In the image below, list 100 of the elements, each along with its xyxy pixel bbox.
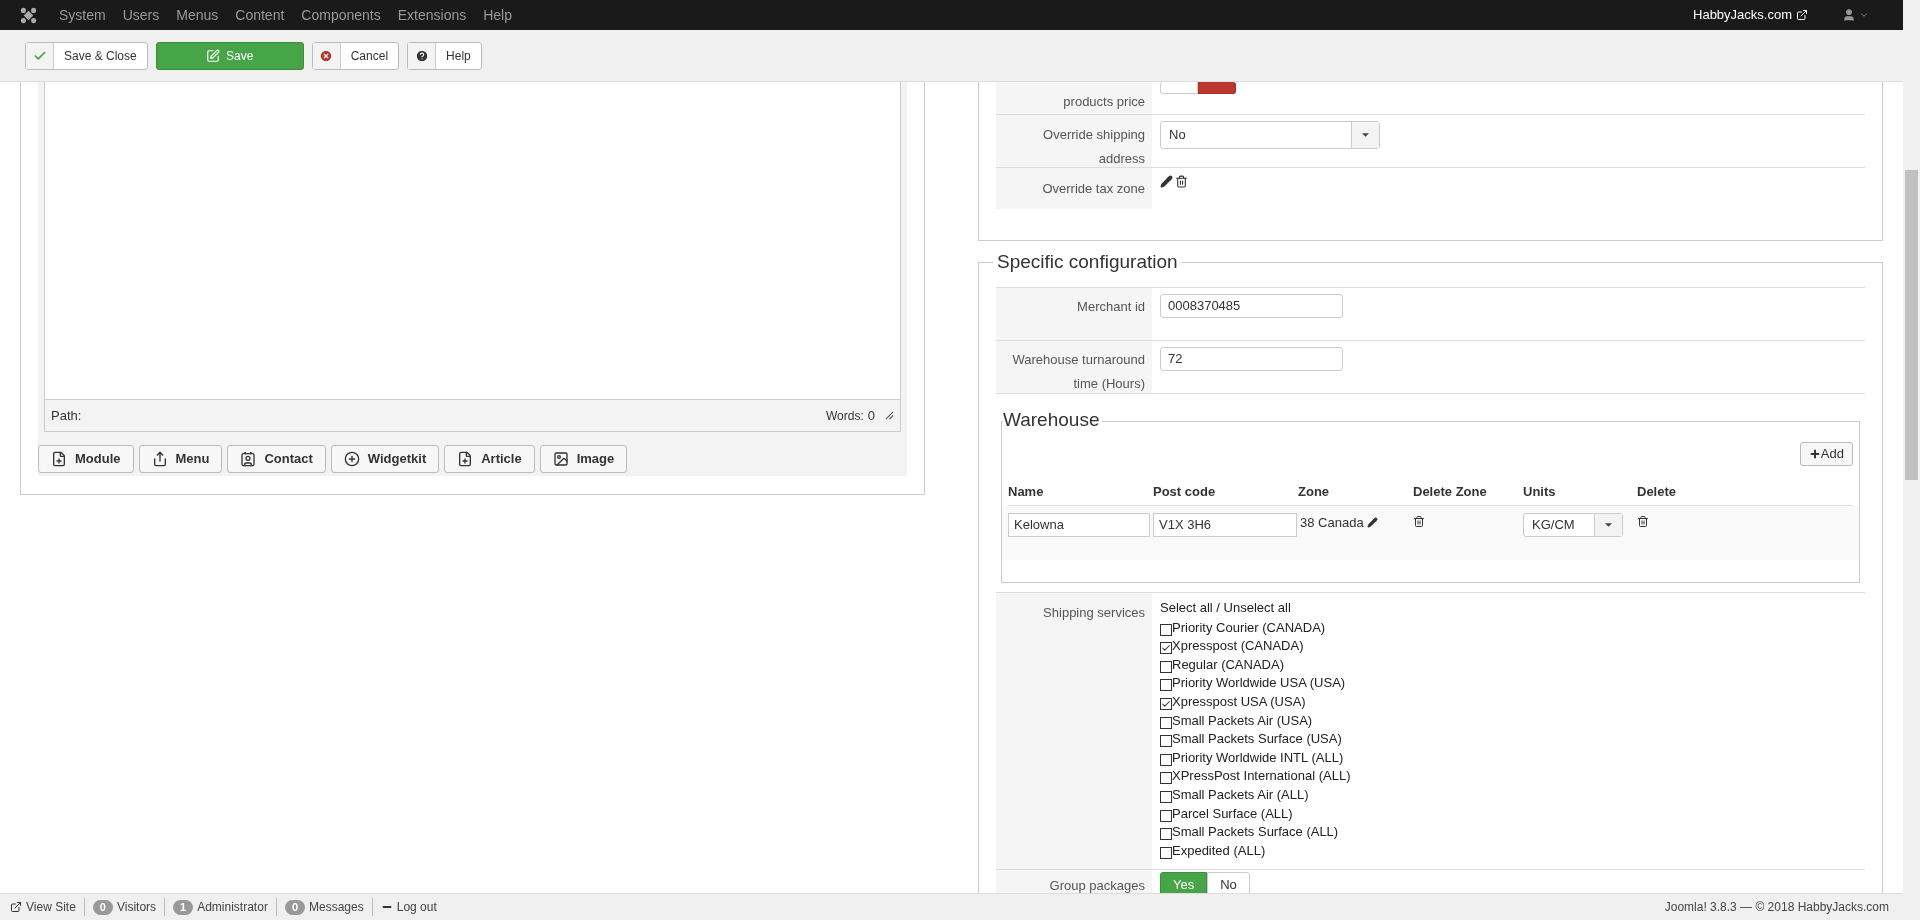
status-link[interactable]: Visitors: [116, 898, 157, 916]
shipping-service-label: Small Packets Surface (USA): [1172, 731, 1342, 748]
logo-icon: [20, 6, 37, 24]
shipping-service-label: Small Packets Air (ALL): [1172, 786, 1309, 803]
post-code-input[interactable]: V1X 3H6: [1153, 513, 1297, 537]
shipping-service-label: Small Packets Surface (ALL): [1172, 824, 1339, 841]
nav-menu-item[interactable]: Users: [122, 4, 160, 26]
external-link-icon: [1796, 9, 1808, 21]
field-label: Warehouse turnaround time (Hours): [1012, 352, 1145, 391]
nav-menu-item[interactable]: Extensions: [397, 4, 467, 26]
delete-icon[interactable]: [1175, 175, 1188, 188]
checkbox[interactable]: [1160, 623, 1172, 636]
status-link[interactable]: Messages: [309, 898, 364, 916]
contact-card-icon: [240, 451, 257, 467]
shipping-service-label: Priority Worldwide USA (USA): [1172, 675, 1346, 692]
checkbox[interactable]: [1160, 679, 1172, 692]
shipping-service-label: Parcel Surface (ALL): [1172, 805, 1293, 822]
nav-menu-item[interactable]: Components: [301, 4, 381, 26]
nav-menu-item[interactable]: Help: [483, 4, 512, 26]
version-text: Joomla! 3.8.3 — © 2018 HabbyJacks.com: [1664, 899, 1889, 916]
user-icon: [1842, 8, 1856, 22]
close-icon: [319, 48, 334, 63]
delete-icon[interactable]: [1413, 515, 1425, 528]
warehouse-name-input[interactable]: Kelowna: [1008, 513, 1150, 537]
column-header: Units: [1523, 482, 1557, 501]
shipping-service-label: Small Packets Air (USA): [1172, 712, 1313, 729]
nav-menu-item[interactable]: System: [59, 4, 106, 26]
column-header: Zone: [1298, 482, 1331, 501]
insert-menu-button[interactable]: Menu: [138, 445, 223, 473]
caret-icon: [1605, 523, 1612, 527]
checkbox[interactable]: [1160, 772, 1172, 785]
image-icon: [552, 451, 569, 467]
yes-toggle-button[interactable]: [1160, 82, 1198, 94]
shipping-service-label: Priority Courier (CANADA): [1172, 619, 1326, 636]
shipping-service-label: XPressPost International (ALL): [1172, 768, 1351, 785]
shipping-service-label: Regular (CANADA): [1172, 656, 1284, 673]
checkbox[interactable]: [1160, 809, 1172, 822]
cancel-button[interactable]: Cancel: [311, 41, 400, 70]
status-link[interactable]: Log out: [396, 898, 437, 916]
count-badge: 0: [284, 899, 305, 915]
count-badge: 0: [92, 899, 113, 915]
select-all-link[interactable]: Select all / Unselect all: [1160, 599, 1865, 617]
field-label: Override tax zone: [1042, 181, 1145, 196]
checkbox[interactable]: [1160, 790, 1172, 803]
no-toggle-button[interactable]: [1198, 82, 1236, 94]
status-link[interactable]: View Site: [26, 898, 76, 916]
field-label: Shipping services: [1043, 605, 1145, 620]
scrollbar-thumb[interactable]: [1905, 170, 1918, 480]
no-toggle-button[interactable]: No: [1207, 872, 1250, 893]
path-label: Path:: [51, 406, 82, 425]
units-select[interactable]: KG/CM: [1523, 513, 1623, 537]
external-link-icon: [10, 901, 22, 913]
select-dropdown[interactable]: No: [1160, 121, 1380, 149]
edit-icon[interactable]: [1160, 175, 1173, 188]
save-close-button[interactable]: Save & Close: [25, 41, 148, 70]
insert-image-button[interactable]: Image: [539, 445, 628, 473]
insert-article-button[interactable]: Article: [444, 445, 535, 473]
shipping-service-label: Priority Worldwide INTL (ALL): [1172, 749, 1344, 766]
words-count: 0: [867, 406, 875, 425]
help-icon: [414, 48, 429, 63]
delete-icon[interactable]: [1637, 515, 1649, 528]
edit-icon: [206, 48, 220, 63]
checkbox[interactable]: [1160, 846, 1172, 859]
status-link[interactable]: Administrator: [197, 898, 268, 916]
insert-widgetkit-button[interactable]: Widgetkit: [330, 445, 440, 473]
nav-menu-item[interactable]: Menus: [176, 4, 219, 26]
checkbox[interactable]: [1160, 735, 1172, 748]
zone-value: 38 Canada: [1300, 514, 1364, 532]
field-label: Override shipping address: [1043, 127, 1145, 166]
field-label: products price: [1063, 94, 1145, 109]
insert-contact-button[interactable]: Contact: [227, 445, 326, 473]
shipping-service-label: Xpresspost (CANADA): [1172, 638, 1304, 655]
checkbox[interactable]: [1160, 716, 1172, 729]
site-link[interactable]: HabbyJacks.com: [1693, 5, 1792, 25]
shipping-service-label: Expedited (ALL): [1172, 842, 1266, 859]
help-button[interactable]: Help: [407, 41, 482, 70]
add-button[interactable]: Add: [1799, 442, 1853, 466]
checkbox[interactable]: [1160, 660, 1172, 673]
checkbox[interactable]: [1160, 642, 1172, 655]
checkbox[interactable]: [1160, 753, 1172, 766]
count-badge: 1: [173, 899, 194, 915]
plus-icon: [1808, 448, 1821, 460]
words-label: Words:: [825, 407, 864, 425]
column-header: Delete: [1637, 482, 1678, 501]
checkbox[interactable]: [1160, 697, 1172, 710]
file-plus-icon: [457, 451, 474, 467]
checkbox[interactable]: [1160, 828, 1172, 841]
share-icon: [151, 451, 168, 467]
text-input[interactable]: 0008370485: [1160, 294, 1343, 318]
field-label: Group packages: [1049, 878, 1145, 893]
text-input[interactable]: 72: [1160, 347, 1343, 371]
edit-icon[interactable]: [1366, 517, 1378, 529]
nav-menu-item[interactable]: Content: [235, 4, 285, 26]
caret-icon: [1859, 10, 1869, 20]
shipping-service-label: Xpresspost USA (USA): [1172, 693, 1306, 710]
resize-handle-icon: [885, 411, 894, 420]
column-header: Name: [1008, 482, 1045, 501]
file-plus-icon: [51, 451, 67, 467]
insert-module-button[interactable]: Module: [38, 445, 134, 473]
user-menu-button[interactable]: [1842, 8, 1869, 22]
